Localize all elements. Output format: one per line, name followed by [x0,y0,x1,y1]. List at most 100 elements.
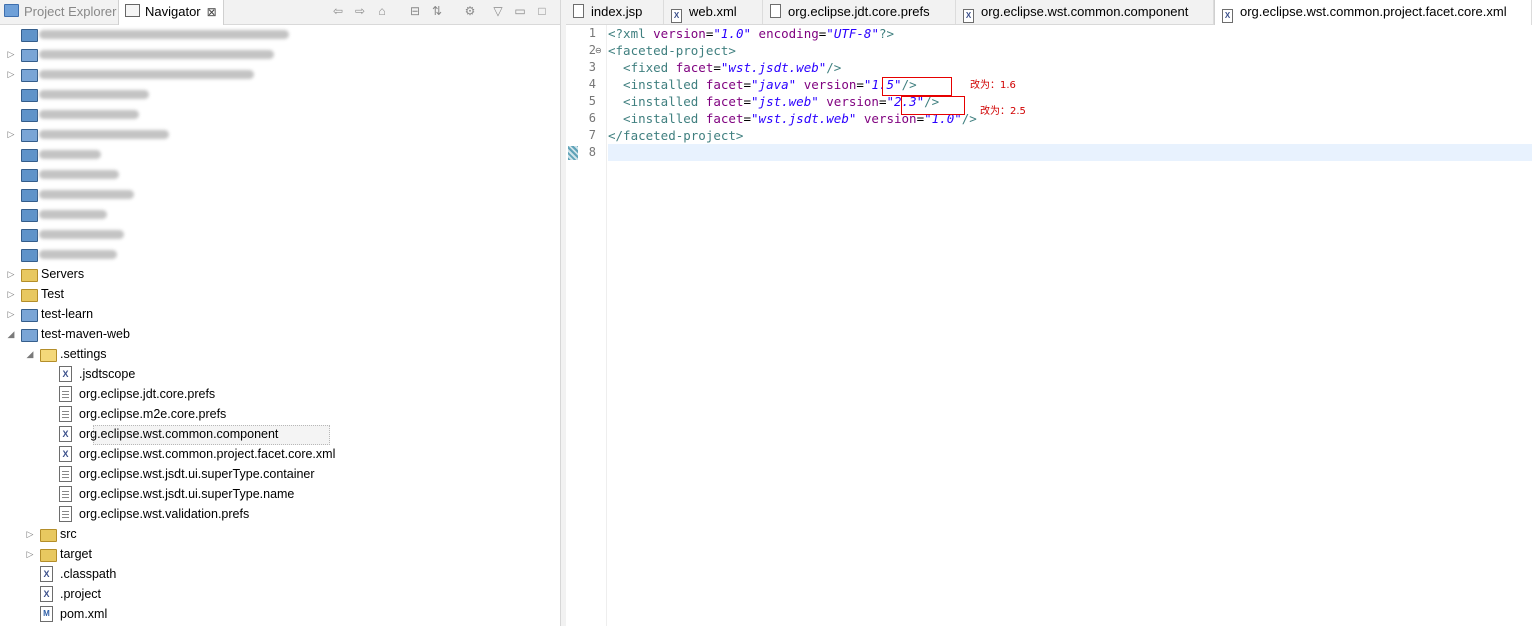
code-line[interactable]: <faceted-project> [608,42,736,59]
expand-arrow-icon[interactable]: ▷ [6,284,16,304]
fold-toggle-icon[interactable]: ⊖ [595,42,602,59]
maven-project-icon [21,329,38,342]
xml-file-icon: X [1222,9,1233,23]
tree-item[interactable]: ▷ Test [0,284,560,304]
tree-item[interactable]: ▷ Servers [0,264,560,284]
tab-project-explorer[interactable]: Project Explorer [4,0,116,24]
code-token: version [803,77,857,92]
filter-icon[interactable]: ⚙ [462,3,478,19]
code-token: encoding [758,26,819,41]
code-token: facet [705,111,744,126]
line-number: 1 [588,26,596,40]
redacted-label [39,110,139,119]
tree-item[interactable] [0,184,560,204]
xml-file-icon: X [59,446,72,462]
tree-item[interactable]: Mpom.xml [0,604,560,624]
text-file-icon [59,466,72,482]
forward-icon[interactable]: ⇨ [352,3,368,19]
tree-item[interactable]: ▷ [0,44,560,64]
text-file-icon [59,406,72,422]
tree-item[interactable]: X .classpath [0,564,560,584]
code-token: facet [675,60,714,75]
redacted-label [39,230,124,239]
tree-item[interactable]: org.eclipse.wst.jsdt.ui.superType.name [0,484,560,504]
xml-file-icon: X [40,566,53,582]
text-file-icon [59,386,72,402]
tab-navigator[interactable]: Navigator ⊠ [118,0,224,25]
tab-jdt-core-prefs[interactable]: org.eclipse.jdt.core.prefs [763,0,956,24]
tree-item[interactable]: ▷ [0,124,560,144]
tree-item[interactable]: ▷ [0,64,560,84]
expand-arrow-icon[interactable]: ▷ [6,304,16,324]
line-number: 3 [588,60,596,74]
tree-item-label: .classpath [60,567,117,581]
text-file-icon [59,506,72,522]
tree-item[interactable] [0,104,560,124]
code-line[interactable]: </faceted-project> [608,127,743,144]
tree-item[interactable]: org.eclipse.m2e.core.prefs [0,404,560,424]
view-menu-icon[interactable]: ▽ [490,3,506,19]
project-icon [21,149,38,162]
tree-item[interactable]: ◢ .settings [0,344,560,364]
tree-item[interactable]: ▷ test-learn [0,304,560,324]
tree-item[interactable]: Xorg.eclipse.wst.common.project.facet.co… [0,444,560,464]
expand-arrow-icon[interactable]: ▷ [6,64,16,84]
maximize-icon[interactable]: □ [534,3,550,19]
code-area[interactable]: <?xml version="1.0" encoding="UTF-8"?> <f… [608,25,1532,626]
redacted-label [39,150,101,159]
tree-item[interactable]: org.eclipse.wst.jsdt.ui.superType.contai… [0,464,560,484]
navigator-icon [125,4,140,17]
tree-item[interactable]: Xorg.eclipse.wst.common.component [0,424,560,445]
tree-item-label: test-maven-web [41,327,130,341]
tree-item[interactable] [0,204,560,224]
tab-web-xml[interactable]: Xweb.xml [664,0,763,24]
tree-item[interactable]: org.eclipse.jdt.core.prefs [0,384,560,404]
tree-item-label: Servers [41,267,85,281]
tree-item-label: test-learn [41,307,94,321]
redacted-label [39,170,119,179]
tree-item[interactable] [0,24,560,44]
left-tab-bar: Project Explorer Navigator ⊠ ⇦ ⇨ ⌂ ⊟ ⇅ ⚙ … [0,0,560,25]
collapse-arrow-icon[interactable]: ◢ [25,344,35,364]
expand-arrow-icon[interactable]: ▷ [6,264,16,284]
tab-index-jsp[interactable]: index.jsp [566,0,664,24]
tree-item[interactable]: org.eclipse.wst.validation.prefs [0,504,560,524]
collapse-arrow-icon[interactable]: ◢ [6,324,16,344]
expand-arrow-icon[interactable]: ▷ [25,544,35,564]
code-token: "1.0" [713,26,752,41]
expand-arrow-icon[interactable]: ▷ [6,44,16,64]
tree-item[interactable]: ▷ src [0,524,560,544]
home-icon[interactable]: ⌂ [374,3,390,19]
tab-facet-core-xml[interactable]: Xorg.eclipse.wst.common.project.facet.co… [1214,0,1532,25]
tree-item[interactable]: X .jsdtscope [0,364,560,384]
highlight-box-java-version [882,77,952,96]
minimize-icon[interactable]: ▭ [512,3,528,19]
tree-item[interactable]: X .project [0,584,560,604]
tree-item[interactable]: ◢ test-maven-web [0,324,560,344]
line-number: 4 [588,77,596,91]
tree-item-label: .jsdtscope [79,367,136,381]
collapse-all-icon[interactable]: ⊟ [407,3,423,19]
tree-item[interactable] [0,144,560,164]
expand-arrow-icon[interactable]: ▷ [25,524,35,544]
tab-wst-common-component[interactable]: Xorg.eclipse.wst.common.component [956,0,1214,24]
expand-arrow-icon[interactable]: ▷ [6,124,16,144]
code-line[interactable]: <installed facet="java" version="1.5"/> [608,76,917,93]
folder-icon [40,549,57,562]
code-token: = [713,60,721,75]
close-icon[interactable]: ⊠ [207,5,217,19]
tree-item[interactable] [0,84,560,104]
tree-item[interactable] [0,244,560,264]
tree-item[interactable]: ▷ target [0,544,560,564]
link-editor-icon[interactable]: ⇅ [429,3,445,19]
code-line[interactable]: <?xml version="1.0" encoding="UTF-8"?> [608,25,894,42]
tab-label: org.eclipse.jdt.core.prefs [788,4,930,19]
redacted-label [39,70,254,79]
back-icon[interactable]: ⇦ [330,3,346,19]
change-marker-icon [568,146,578,160]
tree-item[interactable] [0,164,560,184]
tree-item[interactable] [0,224,560,244]
code-token: /> [826,60,842,75]
code-line[interactable]: <fixed facet="wst.jsdt.web"/> [608,59,841,76]
